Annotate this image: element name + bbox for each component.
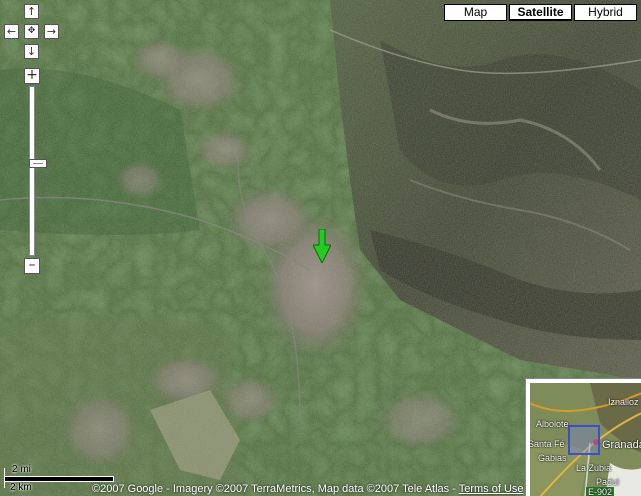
- location-marker[interactable]: [312, 228, 332, 265]
- pan-left-button[interactable]: ←: [4, 24, 19, 39]
- pan-down-button[interactable]: ↓: [24, 44, 39, 59]
- map-type-selector: Map Satellite Hybrid: [444, 4, 637, 21]
- pan-up-button[interactable]: ↑: [24, 4, 39, 19]
- overview-label-iznalloz: Iznalloz: [608, 397, 639, 407]
- overview-label-la-zubia: La Zubia: [576, 463, 612, 473]
- overview-label-e902: E-902: [586, 487, 615, 496]
- scale-label-km: 2 km: [10, 482, 32, 493]
- green-arrow-marker-icon: [312, 228, 332, 265]
- pan-right-button[interactable]: →: [44, 24, 59, 39]
- map-type-satellite-button[interactable]: Satellite: [509, 4, 572, 21]
- overview-label-albolote: Albolote: [536, 419, 569, 429]
- zoom-slider-thumb[interactable]: [29, 159, 47, 168]
- overview-viewport-box[interactable]: [568, 425, 600, 455]
- map-type-hybrid-button[interactable]: Hybrid: [574, 4, 637, 21]
- terms-of-use-link[interactable]: Terms of Use: [459, 483, 524, 495]
- overview-label-santa-fe: Santa Fé: [530, 439, 565, 449]
- overview-label-padul: Padul: [596, 477, 620, 487]
- zoom-out-button[interactable]: –: [24, 258, 40, 274]
- scale-tick: [4, 468, 5, 488]
- overview-map-imagery: Albolote Iznalloz Santa Fé Granada Gabia…: [530, 383, 641, 496]
- pan-control: ↑ ← ✥ → ↓: [4, 4, 60, 60]
- overview-label-granada: Granada: [602, 439, 641, 451]
- copyright-notice: ©2007 Google - Imagery ©2007 TerraMetric…: [92, 483, 524, 495]
- overview-label-gabias: Gabias: [538, 453, 567, 463]
- overview-map[interactable]: Albolote Iznalloz Santa Fé Granada Gabia…: [525, 378, 641, 496]
- scale-label-miles: 2 mi: [12, 464, 31, 475]
- copyright-text: ©2007 Google - Imagery ©2007 TerraMetric…: [92, 483, 459, 495]
- map-type-map-button[interactable]: Map: [444, 4, 507, 21]
- pan-center-button[interactable]: ✥: [24, 24, 39, 39]
- zoom-in-button[interactable]: +: [24, 68, 40, 84]
- zoom-control: + –: [24, 68, 47, 276]
- zoom-slider-track[interactable]: [29, 86, 47, 256]
